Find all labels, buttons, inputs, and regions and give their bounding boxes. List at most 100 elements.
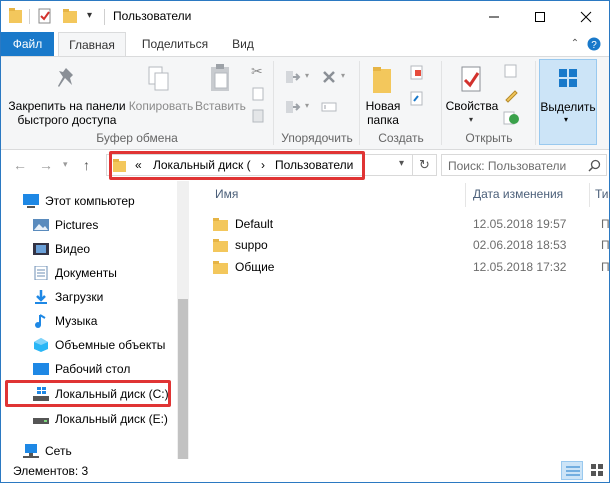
close-icon <box>580 11 592 22</box>
pin-icon <box>58 68 73 87</box>
navigation-pane: Этот компьютер Pictures Видео Документы … <box>1 181 189 459</box>
properties-quick-icon[interactable] <box>37 8 53 24</box>
address-highlight <box>109 151 365 180</box>
refresh-icon: ↻ <box>419 157 430 172</box>
desktop-icon <box>33 363 49 375</box>
delete-icon[interactable] <box>321 69 337 85</box>
pin-label-line1: Закрепить на панели <box>8 99 126 113</box>
new-item-icon[interactable] <box>409 65 425 81</box>
column-date[interactable]: Дата изменения <box>473 187 563 201</box>
file-type: Па <box>601 217 610 231</box>
address-dropdown-icon[interactable]: ▾ <box>399 158 404 169</box>
search-box[interactable]: Поиск: Пользователи <box>441 154 607 176</box>
pin-label-line2: быстрого доступа <box>17 113 117 127</box>
status-bar: Элементов: 3 <box>1 459 609 482</box>
documents-icon <box>34 266 48 280</box>
navigation-bar: ← → ▾ ↑ « Локальный диск ( › Пользовател… <box>1 151 609 180</box>
copy-path-icon[interactable] <box>251 87 265 101</box>
computer-icon <box>23 194 39 208</box>
video-icon <box>33 243 49 255</box>
move-to-dropdown-icon[interactable]: ▾ <box>305 71 309 80</box>
file-row[interactable]: Общие 12.05.2018 17:32 Па <box>209 257 610 277</box>
recent-locations-icon[interactable]: ▾ <box>63 159 68 170</box>
file-type: Па <box>601 238 610 252</box>
minimize-button[interactable] <box>471 1 517 32</box>
help-icon[interactable]: ? <box>587 37 601 51</box>
clipboard-group-label: Буфер обмена <box>96 131 178 145</box>
file-date: 02.06.2018 18:53 <box>473 238 567 252</box>
network-icon <box>23 444 39 458</box>
column-type[interactable]: Тип <box>595 187 610 201</box>
folder-icon <box>213 239 228 252</box>
search-input[interactable]: Поиск: Пользователи <box>448 159 566 173</box>
file-row[interactable]: suppo 02.06.2018 18:53 Па <box>209 235 610 255</box>
window-title: Пользователи <box>113 9 192 23</box>
edit-icon[interactable] <box>503 87 519 103</box>
copy-to-dropdown-icon[interactable]: ▾ <box>305 101 309 110</box>
tab-file[interactable]: Файл <box>1 32 54 56</box>
details-view-button[interactable] <box>561 461 583 480</box>
ribbon-tabs: Файл Главная Поделиться Вид ⌃ ? <box>1 32 609 57</box>
tab-home[interactable]: Главная <box>58 32 126 57</box>
move-to-icon[interactable] <box>285 69 301 85</box>
copy-icon <box>148 66 169 91</box>
svg-text:?: ? <box>591 40 597 51</box>
up-button[interactable]: ↑ <box>83 157 90 173</box>
file-date: 12.05.2018 17:32 <box>473 260 567 274</box>
file-list: Имя Дата изменения Тип Default 12.05.201… <box>189 181 610 459</box>
downloads-icon <box>35 290 47 304</box>
new-folder-quick-icon[interactable] <box>63 8 79 24</box>
close-button[interactable] <box>563 1 609 32</box>
large-icons-view-button[interactable] <box>587 461 607 480</box>
title-bar: ▾ Пользователи <box>1 1 609 32</box>
file-date: 12.05.2018 19:57 <box>473 217 567 231</box>
file-name: Default <box>235 217 274 231</box>
back-button[interactable]: ← <box>13 157 27 173</box>
tab-view[interactable]: Вид <box>223 32 263 56</box>
create-group-label: Создать <box>378 131 424 145</box>
pin-quick-access-button[interactable]: Закрепить на панели быстрого доступа <box>5 99 129 127</box>
open-icon[interactable] <box>503 63 519 79</box>
properties-dropdown-icon[interactable]: ▾ <box>469 115 473 124</box>
select-dropdown-icon: ▾ <box>564 115 569 124</box>
history-icon[interactable] <box>503 109 519 125</box>
file-type: Па <box>601 260 610 274</box>
nav-pane-scroll-thumb[interactable] <box>178 299 188 459</box>
search-icon <box>588 159 601 172</box>
rename-icon[interactable] <box>321 99 337 115</box>
drive-c-highlight <box>5 380 171 407</box>
collapse-ribbon-icon[interactable]: ⌃ <box>567 32 583 56</box>
new-folder-icon <box>373 67 391 93</box>
refresh-button[interactable]: ↻ <box>413 154 437 176</box>
properties-button[interactable]: Свойства <box>445 99 499 113</box>
cut-icon[interactable]: ✂ <box>251 63 263 80</box>
file-name: Общие <box>235 260 275 274</box>
maximize-button[interactable] <box>517 1 563 32</box>
new-folder-button[interactable]: Новая папка <box>361 99 405 127</box>
folder-icon <box>213 218 228 231</box>
new-folder-label-line2: папка <box>367 113 399 127</box>
file-row[interactable]: Default 12.05.2018 19:57 Па <box>209 214 610 234</box>
column-name[interactable]: Имя <box>215 187 238 201</box>
file-name: suppo <box>235 238 268 252</box>
forward-button[interactable]: → <box>39 157 53 173</box>
select-button[interactable]: Выделить ▾ <box>539 59 597 145</box>
easy-access-icon[interactable] <box>409 91 425 107</box>
3d-objects-icon <box>34 338 48 352</box>
tab-share[interactable]: Поделиться <box>133 32 217 56</box>
drive-icon <box>33 418 49 424</box>
maximize-icon <box>535 11 545 22</box>
paste-button[interactable]: Вставить <box>195 99 246 113</box>
nav-pane-scrollbar[interactable] <box>177 181 189 459</box>
item-count: Элементов: 3 <box>13 464 89 478</box>
copy-button[interactable]: Копировать <box>127 99 195 113</box>
details-view-icon <box>566 466 580 476</box>
copy-to-icon[interactable] <box>285 99 301 115</box>
paste-icon <box>211 64 229 91</box>
large-icons-view-icon <box>591 464 603 476</box>
select-grid-icon <box>559 69 577 87</box>
quick-access-dropdown-icon[interactable]: ▾ <box>87 10 92 21</box>
delete-dropdown-icon[interactable]: ▾ <box>341 71 345 80</box>
paste-shortcut-icon[interactable] <box>251 109 265 123</box>
folder-icon <box>213 261 228 274</box>
